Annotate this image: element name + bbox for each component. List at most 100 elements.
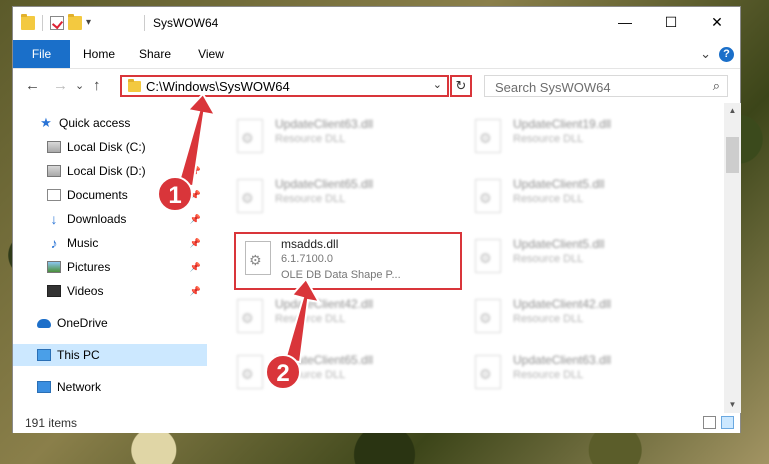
music-icon: ♪ (50, 235, 58, 251)
new-folder-icon[interactable] (68, 14, 82, 30)
step-2-badge: 2 (265, 354, 301, 390)
pin-icon[interactable]: 📌 (190, 286, 201, 297)
sidebar-item-label: Documents (67, 188, 128, 202)
sidebar-item-label: Videos (67, 284, 104, 298)
pin-icon[interactable]: 📌 (190, 214, 201, 225)
file-tile[interactable]: UpdateClient63.dll Resource DLL (469, 347, 695, 397)
file-name: UpdateClient65.dll (275, 177, 374, 191)
customize-toolbar-icon[interactable]: ▾ (86, 16, 100, 30)
this-pc-icon (37, 349, 51, 361)
drive-icon (47, 141, 61, 153)
file-description: Resource DLL (275, 193, 346, 205)
properties-icon[interactable] (50, 16, 64, 30)
pin-icon[interactable]: 📌 (190, 262, 201, 273)
network-icon (37, 381, 51, 393)
close-button[interactable]: ✕ (694, 7, 740, 37)
file-tile[interactable]: UpdateClient65.dll Resource DLL (231, 171, 457, 221)
dll-file-icon (475, 355, 501, 389)
sidebar-item-network[interactable]: Network (13, 376, 207, 398)
tab-home[interactable]: Home (73, 40, 125, 68)
pin-icon[interactable]: 📌 (190, 166, 201, 177)
search-icon[interactable]: ⌕ (713, 78, 720, 94)
refresh-button[interactable]: ↻ (450, 75, 472, 97)
sidebar-item-local-disk-c[interactable]: Local Disk (C:) 📌 (13, 136, 207, 158)
minimize-button[interactable]: — (602, 7, 648, 37)
recent-locations-icon[interactable]: ⌄ (75, 79, 84, 92)
separator (144, 15, 145, 31)
file-version: 6.1.7100.0 (281, 253, 333, 265)
scroll-thumb[interactable] (726, 137, 739, 173)
file-description: Resource DLL (513, 369, 584, 381)
quick-access-toolbar: ▾ (21, 14, 100, 31)
pictures-icon (47, 261, 61, 273)
star-icon: ★ (40, 115, 52, 130)
address-dropdown-icon[interactable]: ⌄ (433, 78, 442, 91)
file-tile[interactable]: UpdateClient5.dll Resource DLL (469, 231, 695, 281)
file-tile-msadds[interactable]: msadds.dll 6.1.7100.0 OLE DB Data Shape … (234, 232, 465, 290)
separator (42, 15, 43, 31)
pin-icon[interactable]: 📌 (190, 142, 201, 153)
file-tile[interactable]: UpdateClient42.dll Resource DLL (469, 291, 695, 341)
maximize-button[interactable]: ☐ (648, 7, 694, 37)
tab-file[interactable]: File (13, 40, 70, 68)
search-box[interactable]: ⌕ (484, 75, 728, 97)
item-count: 191 items (25, 416, 78, 430)
search-input[interactable] (493, 78, 697, 96)
sidebar-item-label: Network (57, 380, 102, 394)
sidebar-item-music[interactable]: ♪ Music 📌 (13, 232, 207, 254)
sidebar-item-onedrive[interactable]: OneDrive (13, 312, 207, 334)
sidebar-item-label: OneDrive (57, 316, 108, 330)
large-icons-view-icon[interactable] (721, 416, 734, 429)
sidebar-item-this-pc[interactable]: This PC (13, 344, 207, 366)
file-description: Resource DLL (513, 133, 584, 145)
sidebar-item-label: Music (67, 236, 99, 250)
tab-view[interactable]: View (185, 40, 237, 68)
details-view-icon[interactable] (703, 416, 716, 429)
folder-icon (128, 79, 141, 92)
file-tile[interactable]: UpdateClient63.dll Resource DLL (231, 111, 457, 161)
ribbon-right-controls: ⌄ ? (700, 46, 734, 62)
dll-file-icon (475, 179, 501, 213)
file-name: UpdateClient42.dll (275, 297, 374, 311)
file-tile[interactable]: UpdateClient42.dll Resource DLL (231, 291, 457, 341)
file-name: UpdateClient5.dll (513, 177, 605, 191)
help-icon[interactable]: ? (719, 46, 734, 62)
folder-icon (21, 14, 35, 30)
vertical-scrollbar[interactable]: ▲ ▼ (724, 103, 741, 413)
file-description: Resource DLL (513, 193, 584, 205)
file-tile[interactable]: UpdateClient5.dll Resource DLL (469, 171, 695, 221)
pin-icon[interactable]: 📌 (190, 238, 201, 249)
file-tile[interactable]: UpdateClient19.dll Resource DLL (469, 111, 695, 161)
navigation-bar: ← → ⌄ ↑ C:\Windows\SysWOW64 ⌄ ↻ ⌕ (13, 69, 740, 103)
sidebar-item-quick-access[interactable]: ★ Quick access (13, 112, 207, 134)
sidebar-item-label: Downloads (67, 212, 127, 226)
up-arrow-icon[interactable]: ↑ (93, 77, 101, 94)
window-title: SysWOW64 (153, 16, 219, 30)
tab-share[interactable]: Share (129, 40, 181, 68)
dll-file-icon (237, 299, 263, 333)
sidebar-item-label: This PC (57, 348, 100, 362)
sidebar-item-videos[interactable]: Videos 📌 (13, 280, 207, 302)
file-description: Resource DLL (275, 133, 346, 145)
step-1-badge: 1 (157, 176, 193, 212)
address-bar[interactable]: C:\Windows\SysWOW64 ⌄ (120, 75, 449, 97)
scroll-up-icon[interactable]: ▲ (724, 103, 741, 119)
explorer-window: ▾ SysWOW64 — ☐ ✕ File Home Share View ⌄ … (12, 6, 741, 433)
back-arrow-icon[interactable]: ← (25, 77, 40, 94)
dll-file-icon (237, 119, 263, 153)
forward-arrow-icon[interactable]: → (53, 77, 68, 94)
file-name: UpdateClient42.dll (513, 297, 612, 311)
sidebar-item-label: Quick access (59, 116, 131, 130)
file-name: UpdateClient5.dll (513, 237, 605, 251)
address-text[interactable]: C:\Windows\SysWOW64 (146, 79, 290, 94)
sidebar-item-pictures[interactable]: Pictures 📌 (13, 256, 207, 278)
file-description: Resource DLL (275, 313, 346, 325)
expand-ribbon-icon[interactable]: ⌄ (700, 46, 711, 62)
status-bar: 191 items (13, 413, 740, 433)
file-name: UpdateClient63.dll (275, 117, 374, 131)
scroll-down-icon[interactable]: ▼ (724, 397, 741, 413)
dll-file-icon (475, 119, 501, 153)
dll-file-icon (245, 241, 271, 275)
sidebar-item-label: Local Disk (C:) (67, 140, 146, 154)
navigation-pane: ★ Quick access Local Disk (C:) 📌 Local D… (13, 107, 207, 407)
